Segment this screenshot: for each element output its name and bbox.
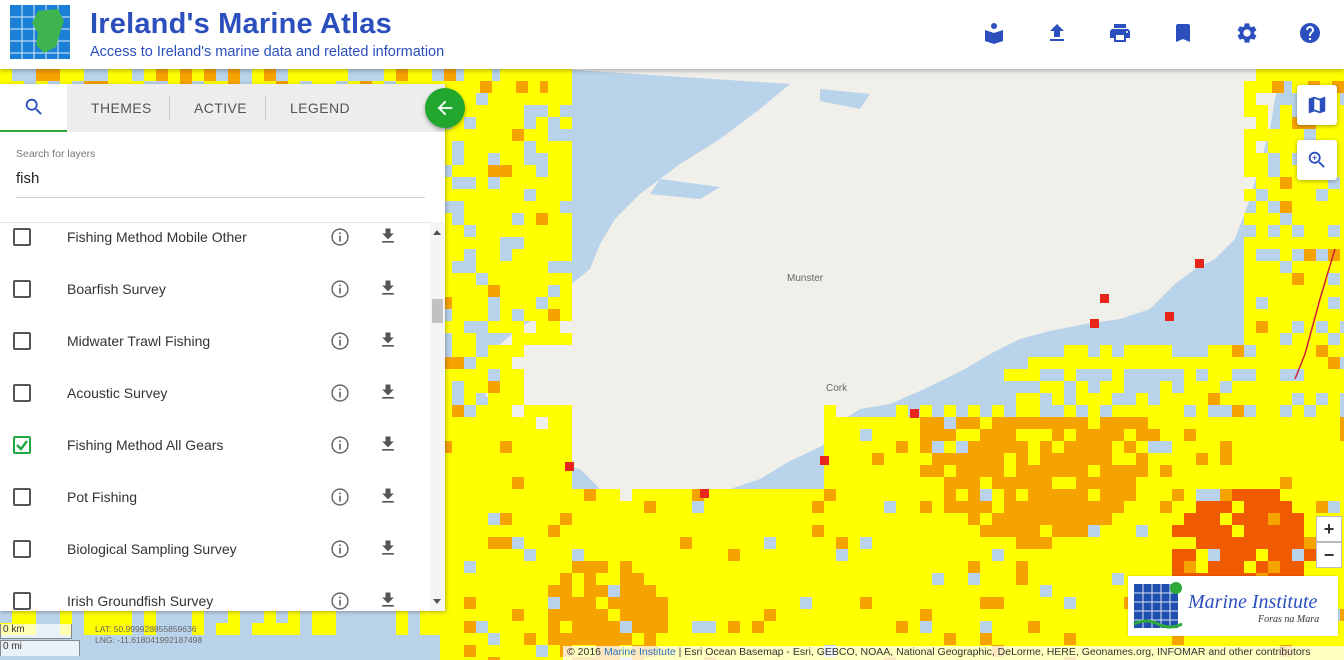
info-icon[interactable]	[330, 591, 350, 611]
download-icon[interactable]	[378, 486, 398, 506]
tab-search[interactable]	[0, 84, 67, 132]
layer-checkbox[interactable]	[13, 280, 31, 298]
info-icon[interactable]	[330, 227, 350, 247]
layer-row[interactable]: Fishing Method All Gears	[0, 436, 430, 488]
map-attribution: © 2016 Marine Institute | Esri Ocean Bas…	[563, 646, 1344, 660]
search-field-label: Search for layers	[16, 148, 96, 160]
longitude-readout: LNG: -11.618041992187498	[95, 635, 203, 645]
attribution-text: | Esri Ocean Basemap - Esri, GEBCO, NOAA…	[678, 646, 1311, 658]
layer-checkbox[interactable]	[13, 436, 31, 454]
info-icon[interactable]	[330, 487, 350, 507]
marine-institute-emblem	[1133, 582, 1183, 629]
layer-panel: THEMES ACTIVE LEGEND Search for layers F…	[0, 84, 445, 611]
app-subtitle: Access to Ireland's marine data and rela…	[90, 44, 445, 60]
marine-institute-logo[interactable]: Marine Institute Foras na Mara	[1128, 576, 1338, 636]
book-reader-icon[interactable]	[981, 20, 1007, 46]
layer-row[interactable]: Boarfish Survey	[0, 280, 430, 332]
gear-icon[interactable]	[1234, 20, 1260, 46]
layer-checkbox[interactable]	[13, 384, 31, 402]
search-icon	[25, 98, 42, 115]
download-icon[interactable]	[378, 590, 398, 610]
place-label-cork: Cork	[826, 383, 848, 394]
zoom-out-button[interactable]: −	[1316, 542, 1342, 568]
collapse-panel-button[interactable]	[425, 88, 465, 128]
info-icon[interactable]	[330, 435, 350, 455]
layer-label: Fishing Method Mobile Other	[67, 229, 247, 245]
print-icon[interactable]	[1107, 20, 1133, 46]
check-icon	[16, 440, 28, 451]
layer-label: Boarfish Survey	[67, 281, 166, 297]
latitude-readout: LAT: 50.999928855859636	[95, 624, 197, 634]
zoom-to-extent-button[interactable]	[1297, 140, 1337, 180]
layer-list: Fishing Method Mobile Other Boarfish Surv…	[0, 222, 430, 611]
basemap-button[interactable]	[1297, 85, 1337, 125]
scroll-up-icon[interactable]	[433, 230, 441, 235]
info-icon[interactable]	[330, 539, 350, 559]
layer-search-field: Search for layers	[16, 148, 425, 198]
zoom-in-icon	[1308, 151, 1325, 168]
layer-label: Pot Fishing	[67, 489, 138, 505]
tab-active[interactable]: ACTIVE	[194, 84, 247, 132]
atlas-logo	[10, 5, 70, 59]
upload-icon[interactable]	[1044, 20, 1070, 46]
download-icon[interactable]	[378, 226, 398, 246]
layer-checkbox[interactable]	[13, 228, 31, 246]
layer-list-scrollbar[interactable]	[430, 222, 445, 611]
help-icon[interactable]	[1297, 20, 1323, 46]
layer-row[interactable]: Irish Groundfish Survey	[0, 592, 430, 611]
marine-institute-subtitle: Foras na Mara	[1258, 614, 1320, 625]
layer-checkbox[interactable]	[13, 540, 31, 558]
panel-tabs: THEMES ACTIVE LEGEND	[0, 84, 445, 132]
layer-row[interactable]: Biological Sampling Survey	[0, 540, 430, 592]
tab-divider	[265, 96, 266, 120]
zoom-in-button[interactable]: +	[1316, 516, 1342, 542]
attribution-prefix: © 2016	[567, 646, 602, 658]
download-icon[interactable]	[378, 278, 398, 298]
search-input[interactable]	[16, 170, 416, 187]
layer-row[interactable]: Midwater Trawl Fishing	[0, 332, 430, 384]
info-icon[interactable]	[330, 331, 350, 351]
download-icon[interactable]	[378, 434, 398, 454]
arrow-left-icon	[437, 100, 453, 116]
place-label-munster: Munster	[787, 273, 824, 284]
scroll-thumb[interactable]	[432, 299, 443, 323]
app-header: Ireland's Marine Atlas Access to Ireland…	[0, 0, 1344, 69]
bookmark-icon[interactable]	[1170, 20, 1196, 46]
layer-label: Midwater Trawl Fishing	[67, 333, 211, 349]
marine-institute-name: Marine Institute	[1188, 591, 1318, 613]
download-icon[interactable]	[378, 382, 398, 402]
scroll-down-icon[interactable]	[433, 599, 441, 604]
layer-row[interactable]: Fishing Method Mobile Other	[0, 228, 430, 280]
layer-label: Biological Sampling Survey	[67, 541, 237, 557]
layer-label: Irish Groundfish Survey	[67, 593, 214, 609]
tab-divider	[169, 96, 170, 120]
layer-checkbox[interactable]	[13, 488, 31, 506]
info-icon[interactable]	[330, 383, 350, 403]
map-icon	[1308, 96, 1326, 114]
scale-bar-km: 0 km	[0, 624, 72, 639]
tab-legend[interactable]: LEGEND	[290, 84, 350, 132]
info-icon[interactable]	[330, 279, 350, 299]
download-icon[interactable]	[378, 330, 398, 350]
tab-themes[interactable]: THEMES	[91, 84, 152, 132]
layer-label: Fishing Method All Gears	[67, 437, 224, 453]
layer-label: Acoustic Survey	[67, 385, 168, 401]
attribution-link[interactable]: Marine Institute	[604, 646, 676, 658]
layer-row[interactable]: Acoustic Survey	[0, 384, 430, 436]
app-title: Ireland's Marine Atlas	[90, 8, 392, 40]
download-icon[interactable]	[378, 538, 398, 558]
layer-checkbox[interactable]	[13, 592, 31, 610]
scale-bar-mi: 0 mi	[0, 640, 80, 656]
layer-row[interactable]: Pot Fishing	[0, 488, 430, 540]
coordinate-readout: LAT: 50.999928855859636 LNG: -11.6180419…	[95, 624, 202, 646]
layer-checkbox[interactable]	[13, 332, 31, 350]
